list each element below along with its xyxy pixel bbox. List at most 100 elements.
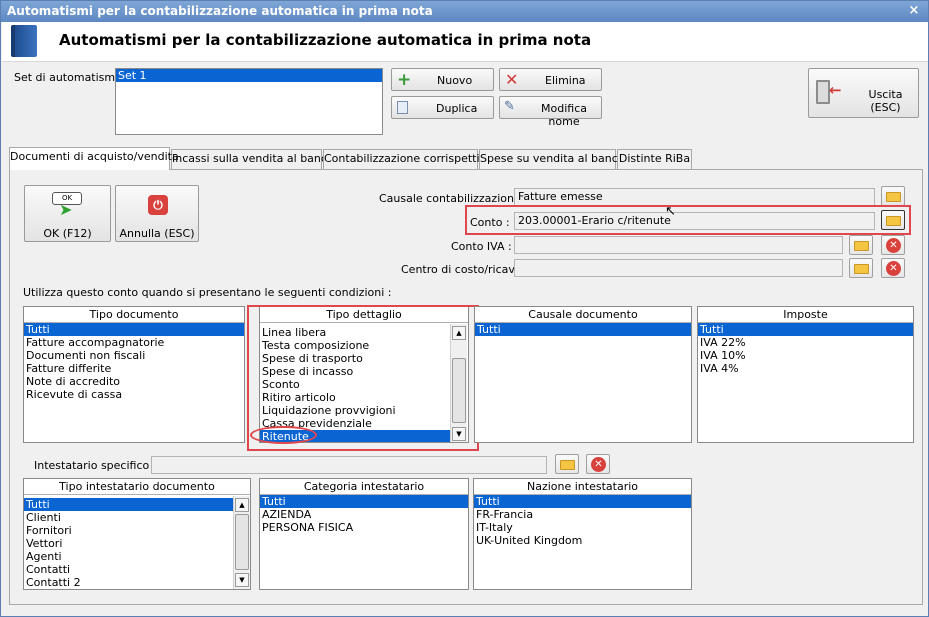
centro-clear-button[interactable]: ✕ (881, 258, 905, 278)
causale-field[interactable]: Fatture emesse (514, 188, 875, 206)
tipo-intestatario-header: Tipo intestatario documento (24, 479, 250, 495)
nazione-intestatario-header: Nazione intestatario (474, 479, 691, 495)
list-item[interactable]: Tutti (474, 495, 691, 508)
tipo-documento-list[interactable]: Tipo documento Tutti Fatture accompagnat… (23, 306, 245, 443)
list-item[interactable]: AZIENDA (260, 508, 468, 521)
edit-icon: ✎ (504, 99, 515, 114)
ok-button[interactable]: OK ➤ OK (F12) (24, 185, 111, 242)
tipo-intestatario-list[interactable]: Tipo intestatario documento Tutti Client… (23, 478, 251, 590)
close-icon[interactable]: × (906, 3, 922, 19)
tab-incassi[interactable]: Incassi sulla vendita al banco (171, 149, 334, 169)
power-icon: ⏻ (148, 195, 168, 215)
tab-riba[interactable]: Distinte RiBa (617, 149, 692, 169)
cancel-button[interactable]: ⏻ Annulla (ESC) (115, 185, 199, 242)
list-item[interactable]: Documenti non fiscali (24, 349, 244, 362)
arrow-left-icon: ← (829, 81, 842, 99)
duplicate-button[interactable]: Duplica (391, 96, 494, 119)
list-item[interactable]: Clienti (24, 511, 233, 524)
list-item[interactable]: Tutti (260, 495, 468, 508)
window-title: Automatismi per la contabilizzazione aut… (7, 4, 433, 18)
causale-documento-list[interactable]: Causale documento Tutti (474, 306, 692, 443)
tipo-documento-header: Tipo documento (24, 307, 244, 323)
list-item[interactable]: Fatture differite (24, 362, 244, 375)
list-item[interactable]: Fornitori (24, 524, 233, 537)
exit-door-icon (816, 80, 830, 104)
delete-button[interactable]: ✕ Elimina (499, 68, 602, 91)
list-item[interactable]: Set 1 (116, 69, 382, 82)
folder-icon (854, 241, 869, 251)
plus-icon: + (397, 70, 412, 90)
scrollbar[interactable]: ▲ ▼ (233, 496, 250, 589)
mouse-cursor-icon: ↖ (665, 204, 676, 219)
x-icon: ✕ (505, 70, 519, 89)
duplicate-button-label: Duplica (436, 102, 478, 115)
list-item[interactable]: FR-Francia (474, 508, 691, 521)
causale-browse-button[interactable] (881, 186, 905, 206)
list-item[interactable]: IVA 4% (698, 362, 913, 375)
list-item[interactable]: Tutti (698, 323, 913, 336)
causale-label: Causale contabilizzazione : (379, 192, 528, 205)
scroll-down-icon[interactable]: ▼ (235, 573, 249, 587)
list-item[interactable]: Fatture accompagnatorie (24, 336, 244, 349)
causale-documento-header: Causale documento (475, 307, 691, 323)
exit-button-label: Uscita (ESC) (868, 88, 903, 114)
folder-icon (854, 264, 869, 274)
scroll-thumb[interactable] (235, 514, 249, 570)
scroll-up-icon[interactable]: ▲ (235, 498, 249, 512)
list-item[interactable]: IVA 10% (698, 349, 913, 362)
folder-icon (560, 460, 575, 470)
conto-highlight (465, 205, 911, 235)
imposte-list[interactable]: Imposte Tutti IVA 22% IVA 10% IVA 4% (697, 306, 914, 443)
intestatario-label: Intestatario specifico : (34, 459, 157, 472)
tab-spese[interactable]: Spese su vendita al banco (479, 149, 625, 169)
list-item[interactable]: UK-United Kingdom (474, 534, 691, 547)
categoria-intestatario-list[interactable]: Categoria intestatario Tutti AZIENDA PER… (259, 478, 469, 590)
tab-corrispettivi[interactable]: Contabilizzazione corrispettivi (323, 149, 489, 169)
book-icon (11, 25, 37, 57)
list-item[interactable]: Tutti (475, 323, 691, 336)
tab-documenti[interactable]: Documenti di acquisto/vendita (9, 147, 179, 170)
cursor-arrow-icon: ➤ (59, 200, 73, 219)
cancel-button-label: Annulla (ESC) (119, 227, 195, 240)
conto-iva-label: Conto IVA : (451, 240, 512, 253)
list-item[interactable]: PERSONA FISICA (260, 521, 468, 534)
delete-icon: ✕ (591, 457, 606, 472)
list-item[interactable]: Agenti (24, 550, 233, 563)
list-item[interactable]: Vettori (24, 537, 233, 550)
set-list[interactable]: Set 1 (115, 68, 383, 135)
copy-icon (397, 101, 408, 114)
list-item[interactable]: Contatti 2 (24, 576, 233, 589)
folder-icon (886, 192, 901, 202)
conto-iva-browse-button[interactable] (849, 235, 873, 255)
rename-button-label: Modifica nome (541, 102, 587, 128)
list-item[interactable]: IT-Italy (474, 521, 691, 534)
new-button[interactable]: + Nuovo (391, 68, 494, 91)
list-item[interactable]: Tutti (24, 498, 233, 511)
imposte-header: Imposte (698, 307, 913, 323)
categoria-intestatario-header: Categoria intestatario (260, 479, 468, 495)
centro-browse-button[interactable] (849, 258, 873, 278)
centro-field[interactable] (514, 259, 843, 277)
delete-button-label: Elimina (545, 74, 586, 87)
list-item[interactable]: Ricevute di cassa (24, 388, 244, 401)
intestatario-field[interactable] (151, 456, 547, 474)
conto-iva-field[interactable] (514, 236, 843, 254)
list-item[interactable]: IVA 22% (698, 336, 913, 349)
delete-icon: ✕ (886, 238, 901, 253)
intestatario-clear-button[interactable]: ✕ (586, 454, 610, 474)
page-title: Automatismi per la contabilizzazione aut… (59, 31, 592, 49)
centro-label: Centro di costo/ricavo (401, 263, 522, 276)
list-item[interactable]: Note di accredito (24, 375, 244, 388)
delete-icon: ✕ (886, 261, 901, 276)
list-item[interactable]: Contatti (24, 563, 233, 576)
exit-button[interactable]: ← Uscita (ESC) (808, 68, 919, 118)
new-button-label: Nuovo (437, 74, 473, 87)
rename-button[interactable]: ✎ Modifica nome (499, 96, 602, 128)
conto-iva-clear-button[interactable]: ✕ (881, 235, 905, 255)
list-item[interactable]: Tutti (24, 323, 244, 336)
nazione-intestatario-list[interactable]: Nazione intestatario Tutti FR-Francia IT… (473, 478, 692, 590)
main-window: Automatismi per la contabilizzazione aut… (0, 0, 929, 617)
intestatario-browse-button[interactable] (555, 454, 579, 474)
ritenute-highlight-ellipse (250, 426, 317, 444)
window-titlebar: Automatismi per la contabilizzazione aut… (1, 1, 928, 22)
